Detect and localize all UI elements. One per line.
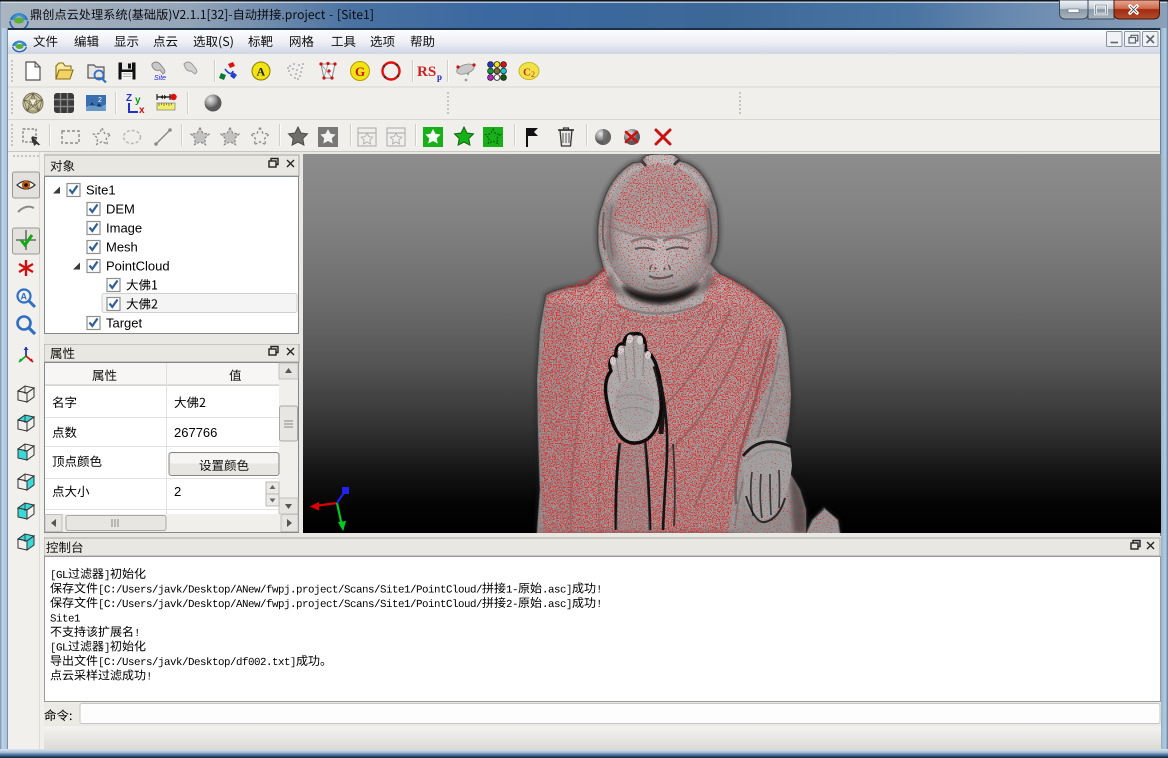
svg-text:DEM: DEM <box>106 202 135 217</box>
svg-text:RS: RS <box>417 64 436 80</box>
svg-text:Site1: Site1 <box>86 183 116 198</box>
svg-text:Target: Target <box>106 316 143 331</box>
svg-text:G: G <box>355 64 365 79</box>
svg-text:A: A <box>257 65 266 79</box>
svg-text:2: 2 <box>174 484 181 499</box>
svg-text:Mesh: Mesh <box>106 240 138 255</box>
svg-text:Z: Z <box>126 93 132 104</box>
svg-text:Site: Site <box>154 75 166 82</box>
svg-text:2: 2 <box>531 70 535 79</box>
svg-text:Image: Image <box>106 221 142 236</box>
svg-text:A: A <box>21 292 28 302</box>
svg-text:p: p <box>437 72 442 82</box>
svg-text:C: C <box>523 67 531 79</box>
svg-text:PointCloud: PointCloud <box>106 259 170 274</box>
svg-text:267766: 267766 <box>174 425 217 440</box>
svg-text:x: x <box>139 105 145 116</box>
svg-text:2: 2 <box>98 97 102 104</box>
